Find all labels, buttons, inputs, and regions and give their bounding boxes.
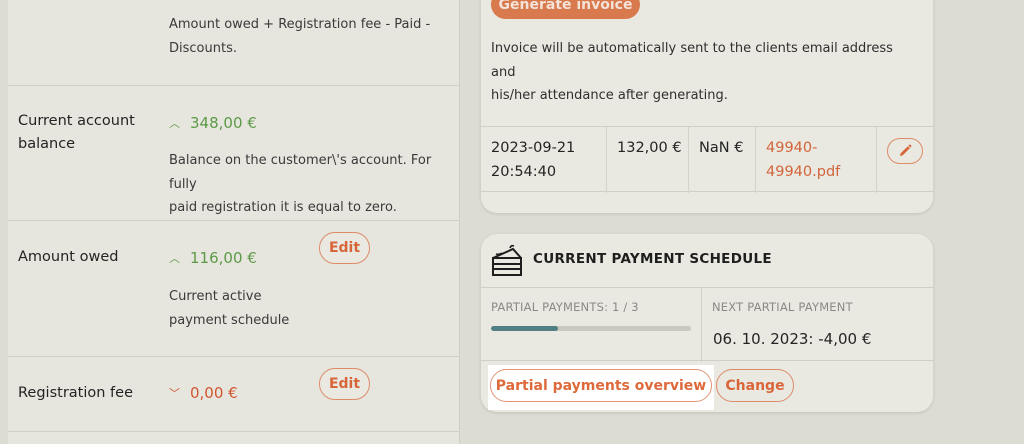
generate-invoice-button[interactable]: Generate invoice [491, 0, 640, 19]
amount-owed-row: Amount owed ︿ 116,00 € Edit Current activ… [8, 221, 460, 357]
invoice-amount: 132,00 € [617, 140, 682, 156]
invoice-file-link[interactable]: 49940- 49940.pdf [756, 127, 877, 193]
invoice-nan-cell: NaN € [689, 127, 756, 193]
invoice-table-row: 2023-09-21 20:54:40 132,00 € NaN € 49940… [481, 126, 933, 193]
invoice-amount-cell: 132,00 € [607, 127, 689, 193]
account-summary-panel: Amount owed + Registration fee - Paid - … [8, 0, 460, 444]
row-description: Amount owed + Registration fee - Paid - … [169, 13, 430, 60]
partial-payments-label: PARTIAL PAYMENTS: 1 / 3 [491, 300, 639, 314]
value-text: 348,00 € [190, 114, 257, 132]
value-text: 116,00 € [190, 249, 257, 267]
registration-fee-value: ﹀ 0,00 € [169, 383, 238, 405]
invoice-edit-cell [877, 127, 933, 193]
invoice-nan-value: NaN € [699, 140, 744, 156]
row-description-line: Amount owed + Registration fee - Paid - [169, 17, 431, 32]
invoice-card: Generate invoice Invoice will be automat… [481, 0, 933, 213]
next-payment-cell: NEXT PARTIAL PAYMENT 06. 10. 2023: -4,00… [702, 288, 933, 362]
value-text: 0,00 € [190, 384, 238, 402]
description-line: payment schedule [169, 312, 290, 328]
chevron-down-icon: ﹀ [169, 387, 180, 400]
invoice-date: 2023-09-21 [491, 140, 576, 156]
partial-payments-cell: PARTIAL PAYMENTS: 1 / 3 [481, 288, 702, 362]
summary-row: Amount owed + Registration fee - Paid - … [8, 0, 460, 86]
file-name-line[interactable]: 49940.pdf [766, 160, 876, 184]
next-payment-label: NEXT PARTIAL PAYMENT [712, 300, 853, 314]
change-schedule-button[interactable]: Change [716, 369, 794, 402]
partial-payments-overview-button[interactable]: Partial payments overview [490, 369, 712, 402]
cake-icon [492, 244, 522, 276]
edit-invoice-button[interactable] [887, 138, 923, 164]
registration-fee-row: Registration fee ﹀ 0,00 € Edit [8, 357, 460, 432]
progress-fill [491, 326, 558, 331]
payment-schedule-title: CURRENT PAYMENT SCHEDULE [533, 251, 772, 267]
current-balance-row: Current account balance ︿ 348,00 € Balanc… [8, 86, 460, 221]
info-line: Invoice will be automatically sent to th… [491, 41, 893, 80]
current-balance-label: Current account balance [18, 110, 135, 156]
amount-owed-label: Amount owed [18, 249, 119, 265]
label-line: balance [18, 136, 76, 152]
edit-amount-owed-button[interactable]: Edit [319, 232, 370, 264]
description-line: Balance on the customer\'s account. For … [169, 153, 432, 192]
next-payment-value: 06. 10. 2023: -4,00 € [713, 330, 872, 348]
registration-fee-label: Registration fee [18, 385, 133, 401]
partial-payments-progress [491, 326, 691, 331]
description-line: paid registration it is equal to zero. [169, 200, 397, 215]
current-balance-description: Balance on the customer\'s account. For … [169, 149, 460, 220]
amount-owed-description: Current active payment schedule [169, 285, 289, 332]
info-line: his/her attendance after generating. [491, 88, 728, 103]
invoice-date-cell: 2023-09-21 20:54:40 [481, 127, 607, 193]
amount-owed-value: ︿ 116,00 € [169, 248, 257, 270]
chevron-up-icon: ︿ [169, 252, 180, 265]
invoice-info-text: Invoice will be automatically sent to th… [491, 37, 921, 108]
label-line: Current account [18, 113, 135, 129]
file-name-line[interactable]: 49940- [766, 136, 876, 160]
chevron-up-icon: ︿ [169, 117, 180, 130]
payment-schedule-grid: PARTIAL PAYMENTS: 1 / 3 NEXT PARTIAL PAY… [481, 287, 933, 362]
row-description-line: Discounts. [169, 40, 237, 56]
invoice-time: 20:54:40 [491, 164, 557, 180]
description-line: Current active [169, 289, 262, 304]
edit-registration-fee-button[interactable]: Edit [319, 368, 370, 400]
pencil-icon [900, 144, 912, 156]
current-balance-value: ︿ 348,00 € [169, 113, 257, 135]
